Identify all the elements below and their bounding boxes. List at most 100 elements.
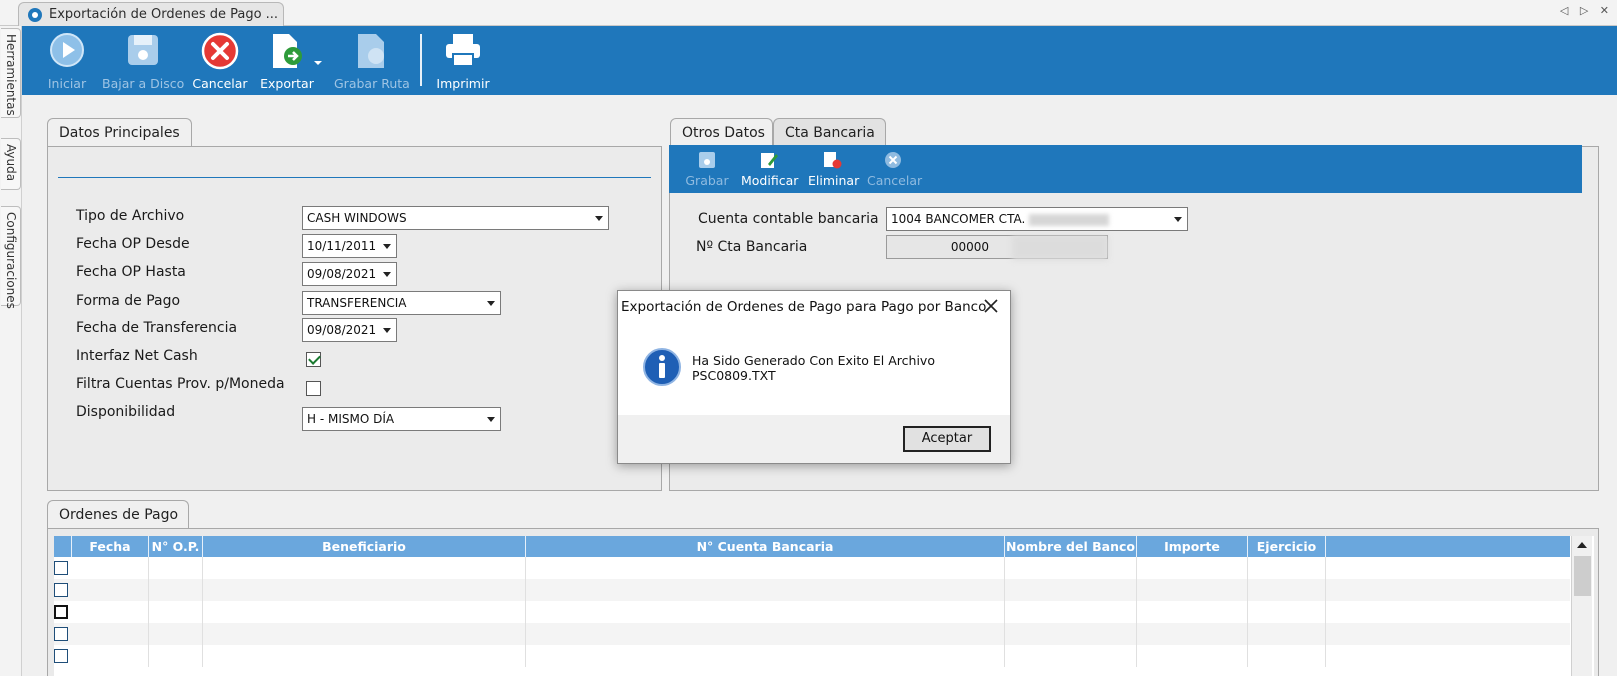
eliminar-button[interactable]: Eliminar (808, 149, 859, 189)
col-ejercicio[interactable]: Ejercicio (1248, 536, 1326, 557)
table-row[interactable] (54, 557, 1570, 579)
col-importe[interactable]: Importe (1137, 536, 1248, 557)
row-select-checkbox[interactable] (54, 649, 68, 663)
col-nombre-banco[interactable]: Nombre del Banco (1005, 536, 1137, 557)
play-icon (50, 33, 84, 67)
grid-cell[interactable] (203, 557, 526, 579)
grid-cell[interactable] (1137, 601, 1248, 623)
row-select-checkbox[interactable] (54, 561, 68, 575)
row-select-checkbox[interactable] (54, 627, 68, 641)
tab-ordenes-de-pago[interactable]: Ordenes de Pago (47, 500, 189, 529)
nro-cta-value: 00000 (950, 240, 989, 254)
grid-cell[interactable] (1005, 623, 1137, 645)
interfaz-net-cash-checkbox[interactable] (306, 352, 321, 367)
grid-cell[interactable] (149, 579, 203, 601)
fecha-transferencia-picker[interactable]: 09/08/2021 (302, 318, 397, 342)
col-fecha[interactable]: Fecha (72, 536, 149, 557)
grid-cell[interactable] (526, 601, 1005, 623)
bajar-a-disco-button[interactable]: Bajar a Disco (102, 30, 184, 92)
tipo-archivo-select[interactable]: CASH WINDOWS (302, 206, 609, 230)
grid-cell[interactable] (72, 601, 149, 623)
grid-cell[interactable] (1005, 601, 1137, 623)
grid-cell[interactable] (1005, 557, 1137, 579)
cuenta-contable-select[interactable]: 1004 BANCOMER CTA. (886, 207, 1188, 231)
exportar-button[interactable]: Exportar (254, 30, 320, 92)
grid-scrollbar[interactable] (1571, 536, 1592, 676)
grid-cell[interactable] (1248, 557, 1326, 579)
grid-cell[interactable] (149, 557, 203, 579)
fecha-desde-picker[interactable]: 10/11/2011 (302, 234, 397, 258)
col-beneficiario[interactable]: Beneficiario (203, 536, 526, 557)
grid-cell[interactable] (1005, 645, 1137, 667)
grid-cell[interactable] (149, 601, 203, 623)
disponibilidad-select[interactable]: H - MISMO DÍA (302, 407, 501, 431)
grid-cell[interactable] (1248, 579, 1326, 601)
grid-cell[interactable] (149, 645, 203, 667)
tab-cta-bancaria[interactable]: Cta Bancaria (773, 118, 886, 147)
grid-cell[interactable] (1248, 645, 1326, 667)
grid-cell[interactable] (1137, 579, 1248, 601)
grid-cell[interactable] (526, 623, 1005, 645)
chevron-down-icon (314, 61, 322, 65)
grid-cell[interactable] (203, 623, 526, 645)
table-row[interactable] (54, 601, 1570, 623)
save-route-icon (358, 34, 384, 68)
grid-cell[interactable] (72, 579, 149, 601)
filtra-cuentas-label: Filtra Cuentas Prov. p/Moneda (76, 376, 285, 392)
grid-cell[interactable] (1137, 645, 1248, 667)
tab-otros-datos[interactable]: Otros Datos (670, 118, 773, 147)
table-row[interactable] (54, 579, 1570, 601)
grid-cell[interactable] (1248, 623, 1326, 645)
col-nro-op[interactable]: N° O.P. (149, 536, 203, 557)
sidetab-herramientas[interactable]: Herramientas (1, 28, 21, 118)
table-row[interactable] (54, 623, 1570, 645)
document-tab[interactable]: Exportación de Ordenes de Pago ... (18, 2, 284, 27)
row-select-checkbox[interactable] (54, 605, 68, 619)
row-select-checkbox[interactable] (54, 583, 68, 597)
sidetab-ayuda[interactable]: Ayuda (1, 138, 21, 190)
grid-cell[interactable] (526, 579, 1005, 601)
grid-cell[interactable] (1005, 579, 1137, 601)
message-dialog: Exportación de Ordenes de Pago para Pago… (617, 290, 1011, 464)
grid-cell[interactable] (1248, 601, 1326, 623)
grid-cell[interactable] (526, 645, 1005, 667)
grid-cell[interactable] (203, 579, 526, 601)
dialog-title: Exportación de Ordenes de Pago para Pago… (621, 299, 987, 315)
document-tab-title: Exportación de Ordenes de Pago ... (49, 7, 279, 22)
cancelar-cta-button[interactable]: Cancelar (867, 149, 922, 189)
grabar-label: Grabar (685, 173, 729, 188)
grid-cell[interactable] (72, 645, 149, 667)
exportar-dropdown-button[interactable] (312, 30, 324, 92)
cancelar-button[interactable]: Cancelar (192, 30, 248, 92)
grabar-button[interactable]: Grabar (685, 149, 729, 189)
scroll-thumb[interactable] (1574, 556, 1591, 596)
grid-cell[interactable] (1137, 623, 1248, 645)
grid-cell[interactable] (203, 645, 526, 667)
fecha-desde-label: Fecha OP Desde (76, 236, 190, 252)
dialog-message-line1: Ha Sido Generado Con Exito El Archivo (692, 353, 935, 368)
table-row[interactable] (54, 645, 1570, 667)
grabar-ruta-button[interactable]: Grabar Ruta (334, 30, 410, 92)
tab-datos-principales[interactable]: Datos Principales (47, 118, 192, 147)
grid-cell[interactable] (149, 623, 203, 645)
grid-cell[interactable] (203, 601, 526, 623)
filtra-cuentas-checkbox[interactable] (306, 381, 321, 396)
cta-bancaria-toolbar: Grabar Modificar Eliminar Cancelar (669, 145, 1582, 193)
modificar-button[interactable]: Modificar (741, 149, 798, 189)
iniciar-button[interactable]: Iniciar (44, 30, 90, 92)
col-nro-cuenta[interactable]: N° Cuenta Bancaria (526, 536, 1005, 557)
grid-cell[interactable] (72, 557, 149, 579)
tab-navigation-arrows[interactable]: ◁ ▷ ✕ (1560, 4, 1613, 17)
cuenta-contable-value: 1004 BANCOMER CTA. (891, 212, 1026, 226)
close-icon[interactable] (982, 297, 1000, 315)
sidetab-configuraciones[interactable]: Configuraciones (1, 206, 21, 309)
imprimir-button[interactable]: Imprimir (430, 30, 496, 92)
redacted-block (1012, 236, 1108, 260)
forma-pago-select[interactable]: TRANSFERENCIA (302, 291, 501, 315)
grid-cell[interactable] (72, 623, 149, 645)
grid-cell[interactable] (526, 557, 1005, 579)
scroll-up-icon[interactable] (1577, 542, 1587, 548)
fecha-hasta-picker[interactable]: 09/08/2021 (302, 262, 397, 286)
grid-cell[interactable] (1137, 557, 1248, 579)
aceptar-button[interactable]: Aceptar (903, 426, 991, 452)
